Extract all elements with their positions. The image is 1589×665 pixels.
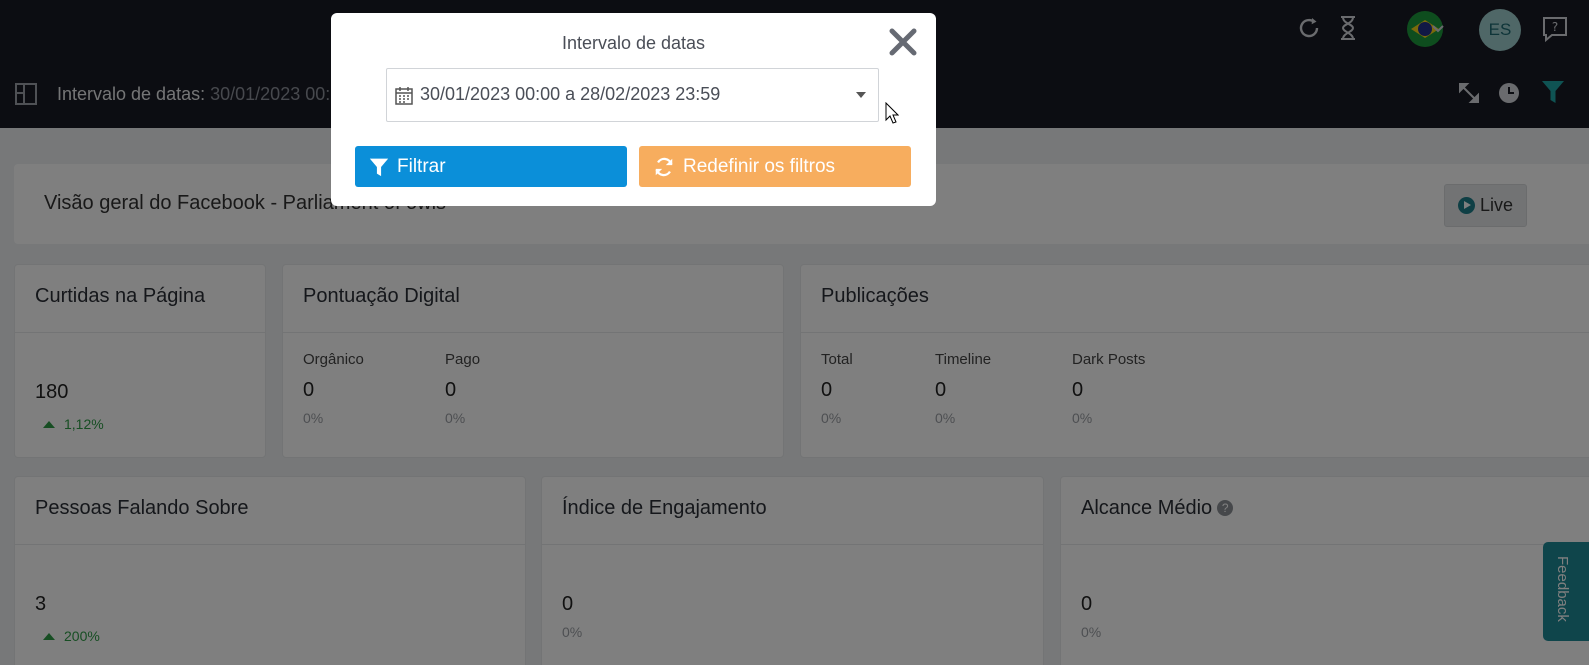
filter-button[interactable]: Filtrar [355, 146, 627, 187]
reset-button-label: Redefinir os filtros [683, 155, 836, 177]
modal-title: Intervalo de datas [561, 33, 706, 53]
filter-icon [369, 158, 389, 176]
reset-filters-button[interactable]: Redefinir os filtros [639, 146, 911, 187]
filter-button-label: Filtrar [397, 155, 446, 177]
refresh-icon [655, 157, 673, 176]
mouse-cursor-icon [885, 101, 900, 129]
date-range-modal: Intervalo de datas 30/01/2023 00:00 a 28… [331, 13, 936, 206]
date-range-value: 30/01/2023 00:00 a 28/02/2023 23:59 [420, 84, 721, 104]
calendar-icon [395, 87, 413, 110]
caret-down-icon [856, 92, 866, 98]
date-range-picker[interactable]: 30/01/2023 00:00 a 28/02/2023 23:59 [386, 68, 879, 122]
close-icon[interactable] [887, 26, 919, 58]
